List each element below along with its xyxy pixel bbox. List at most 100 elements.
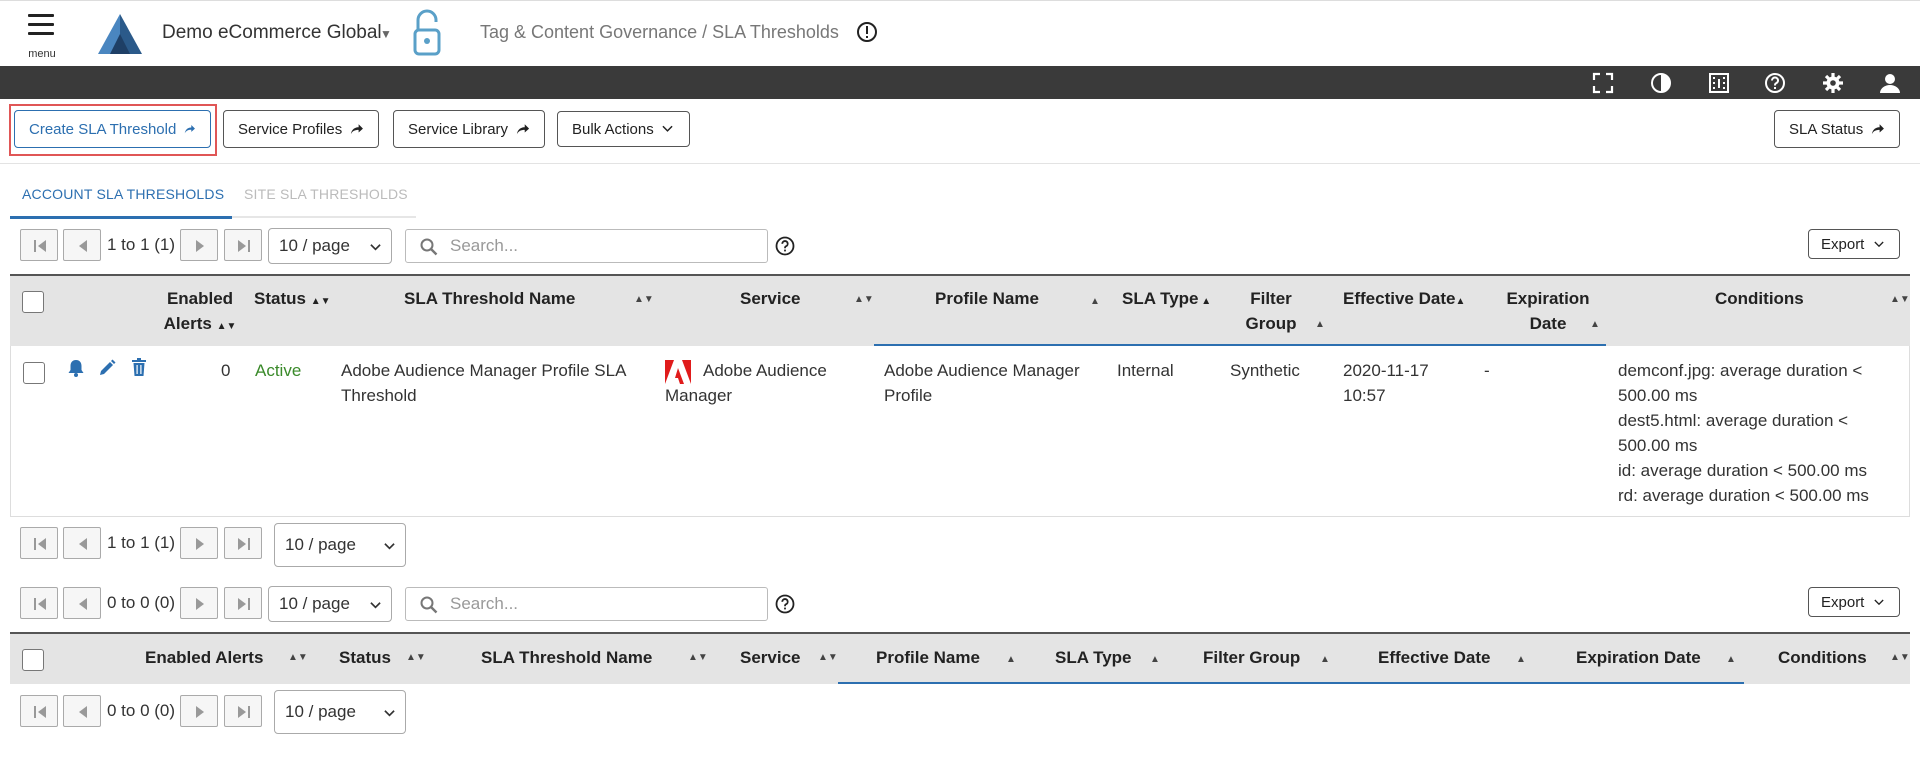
account-dropdown-chevron-icon[interactable]: ▼: [380, 27, 392, 41]
prev-page-icon: [79, 240, 87, 252]
column-header-sla-threshold-name[interactable]: SLA Threshold Name: [481, 645, 652, 670]
sort-asc-icon[interactable]: ▲: [1726, 654, 1736, 665]
prev-page-button[interactable]: [63, 527, 101, 559]
column-header-profile-name[interactable]: Profile Name: [876, 645, 980, 670]
first-page-button[interactable]: [20, 587, 58, 619]
bell-icon[interactable]: [66, 358, 86, 378]
edit-pencil-icon[interactable]: [97, 358, 117, 378]
column-header-effective-date[interactable]: Effective Date: [1378, 645, 1490, 670]
column-header-enabled-alerts[interactable]: Enabled Alerts: [145, 645, 263, 670]
column-header-service[interactable]: Service: [740, 286, 801, 311]
filter-group-value: Synthetic: [1230, 361, 1300, 380]
first-page-button[interactable]: [20, 527, 58, 559]
unlocked-icon[interactable]: [410, 8, 444, 58]
first-page-icon: [34, 706, 46, 718]
column-header-sla-threshold-name[interactable]: SLA Threshold Name: [404, 286, 575, 311]
last-page-button[interactable]: [224, 527, 262, 559]
tab-site-sla-thresholds[interactable]: SITE SLA THRESHOLDS: [244, 186, 408, 202]
sort-icon[interactable]: ▲▼: [634, 294, 654, 305]
column-header-expiration-date[interactable]: Expiration Date: [1576, 645, 1701, 670]
sort-asc-icon[interactable]: ▲: [1006, 654, 1016, 665]
next-page-icon: [196, 240, 204, 252]
export-dropdown[interactable]: Export: [1808, 587, 1900, 617]
sort-asc-icon[interactable]: ▲: [1590, 319, 1600, 330]
sort-icon[interactable]: ▲▼: [288, 652, 308, 663]
help-circle-icon[interactable]: [775, 594, 795, 614]
next-page-button[interactable]: [180, 695, 218, 727]
sort-asc-icon[interactable]: ▲: [1516, 654, 1526, 665]
sla-status-button[interactable]: SLA Status: [1774, 110, 1900, 148]
column-header-effective-date[interactable]: Effective Date▲: [1343, 286, 1465, 314]
service-library-button[interactable]: Service Library: [393, 110, 545, 148]
header-line-text: Alerts: [163, 314, 212, 333]
page-size-value: 10 / page: [285, 702, 356, 721]
chevron-down-icon: [662, 125, 673, 132]
column-header-status[interactable]: Status: [339, 645, 391, 670]
share-arrow-icon: [1872, 124, 1885, 135]
page-size-select[interactable]: 10 / page: [274, 523, 406, 567]
next-page-button[interactable]: [180, 587, 218, 619]
column-header-conditions[interactable]: Conditions: [1778, 645, 1867, 670]
contrast-icon[interactable]: [1650, 72, 1672, 94]
column-header-filter-group[interactable]: Filter Group: [1203, 645, 1300, 670]
table-header: Enabled Alerts ▲▼ Status ▲▼ SLA Threshol…: [10, 274, 1910, 346]
help-icon[interactable]: [1764, 72, 1786, 94]
name-line: Adobe Audience Manager Profile SLA: [341, 361, 627, 380]
fullscreen-icon[interactable]: [1592, 72, 1614, 94]
user-icon[interactable]: [1879, 72, 1901, 94]
sort-icon[interactable]: ▲▼: [1890, 294, 1910, 305]
sort-icon[interactable]: ▲▼: [688, 652, 708, 663]
service-profiles-button[interactable]: Service Profiles: [223, 110, 379, 148]
column-header-filter-group[interactable]: Filter Group: [1236, 286, 1306, 336]
alert-icon[interactable]: [856, 21, 878, 43]
column-header-service[interactable]: Service: [740, 645, 801, 670]
column-header-expiration-date[interactable]: Expiration Date: [1498, 286, 1598, 336]
trash-icon[interactable]: [129, 357, 149, 377]
sort-asc-icon[interactable]: ▲: [1090, 296, 1100, 307]
page-size-select[interactable]: 10 / page: [268, 228, 392, 264]
prev-page-button[interactable]: [63, 587, 101, 619]
enabled-alerts-value: 0: [221, 361, 231, 380]
video-icon[interactable]: [1708, 72, 1730, 94]
sort-asc-icon[interactable]: ▲: [1320, 654, 1330, 665]
help-circle-icon[interactable]: [775, 236, 795, 256]
first-page-button[interactable]: [20, 229, 58, 261]
sla-threshold-name[interactable]: Adobe Audience Manager Profile SLA Thres…: [341, 358, 661, 408]
last-page-button[interactable]: [224, 587, 262, 619]
utility-toolbar: [0, 66, 1920, 99]
last-page-button[interactable]: [224, 695, 262, 727]
create-sla-threshold-button[interactable]: Create SLA Threshold: [14, 110, 211, 148]
column-header-profile-name[interactable]: Profile Name: [935, 286, 1039, 311]
search-input[interactable]: Search...: [405, 229, 768, 263]
row-checkbox[interactable]: [23, 362, 45, 384]
column-header-conditions[interactable]: Conditions: [1715, 286, 1804, 311]
chevron-down-icon: [1874, 599, 1884, 605]
sort-icon[interactable]: ▲▼: [854, 294, 874, 305]
prev-page-button[interactable]: [63, 695, 101, 727]
sort-icon[interactable]: ▲▼: [818, 652, 838, 663]
next-page-button[interactable]: [180, 229, 218, 261]
sort-icon[interactable]: ▲▼: [1890, 652, 1910, 663]
select-all-checkbox[interactable]: [22, 649, 44, 671]
menu-button[interactable]: menu: [20, 12, 64, 62]
column-header-status[interactable]: Status ▲▼: [254, 286, 331, 314]
settings-icon[interactable]: [1822, 72, 1844, 94]
sort-asc-icon[interactable]: ▲: [1150, 654, 1160, 665]
column-header-enabled-alerts[interactable]: Enabled Alerts ▲▼: [160, 286, 240, 339]
tab-account-sla-thresholds[interactable]: ACCOUNT SLA THRESHOLDS: [22, 186, 224, 202]
service-library-label: Service Library: [408, 120, 509, 138]
column-header-sla-type[interactable]: SLA Type: [1055, 645, 1132, 670]
search-input[interactable]: Search...: [405, 587, 768, 621]
first-page-button[interactable]: [20, 695, 58, 727]
sort-icon[interactable]: ▲▼: [406, 652, 426, 663]
sort-asc-icon[interactable]: ▲: [1315, 319, 1325, 330]
column-header-sla-type[interactable]: SLA Type ▲: [1122, 286, 1211, 314]
prev-page-button[interactable]: [63, 229, 101, 261]
bulk-actions-dropdown[interactable]: Bulk Actions: [557, 111, 690, 147]
select-all-checkbox[interactable]: [22, 291, 44, 313]
next-page-button[interactable]: [180, 527, 218, 559]
last-page-button[interactable]: [224, 229, 262, 261]
page-size-select[interactable]: 10 / page: [268, 586, 392, 622]
page-size-select[interactable]: 10 / page: [274, 690, 406, 734]
export-dropdown[interactable]: Export: [1808, 229, 1900, 259]
